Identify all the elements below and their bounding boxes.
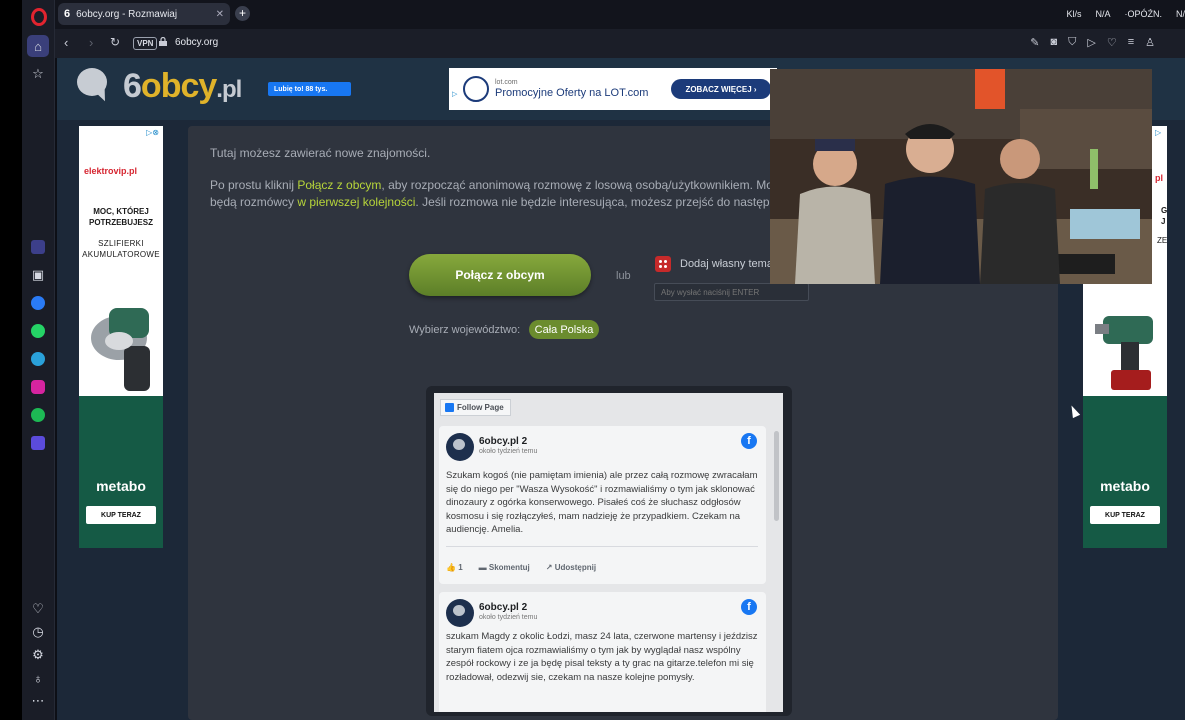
screen: ⌂ ☆ ▣ ♡ ◷ ⚙ ♁ ⋯ 6 6obcy.org - Rozmawiaj … <box>0 0 1185 720</box>
adchoices-icon[interactable]: ▷⊗ <box>146 128 159 137</box>
ad-subline: SZLIFIERKI AKUMULATOROWE <box>82 239 160 259</box>
post-text: Szukam kogoś (nie pamiętam imienia) ale … <box>446 470 758 535</box>
priority-link[interactable]: w pierwszej kolejności <box>297 195 415 209</box>
facebook-icon[interactable]: f <box>741 599 757 615</box>
logo-bubble-icon <box>77 68 107 96</box>
tray-item: N/A <box>1095 9 1111 19</box>
profile-icon[interactable]: ♙ <box>1145 36 1155 49</box>
system-tray: Kl/s N/A ·OPÓŹN. N/ <box>1066 9 1185 19</box>
new-tab-button[interactable]: + <box>235 6 250 21</box>
tab-bar: 6 6obcy.org - Rozmawiaj ✕ + Kl/s N/A ·OP… <box>55 0 1185 29</box>
ad-brand: metabo <box>96 478 146 494</box>
browser-tab[interactable]: 6 6obcy.org - Rozmawiaj ✕ <box>58 3 230 25</box>
forward-icon[interactable]: › <box>89 35 93 50</box>
browser-sidebar: ⌂ ☆ ▣ ♡ ◷ ⚙ ♁ ⋯ <box>22 0 55 720</box>
buy-now-button[interactable]: KUP TERAZ <box>86 506 156 524</box>
ad-store: elektrovip.pl <box>84 166 138 176</box>
lock-icon <box>159 37 167 46</box>
lightbulb-icon[interactable]: ♁ <box>27 667 49 689</box>
post-actions: 👍 1 ▬ Skomentuj ↗ Udostępnij <box>446 563 596 572</box>
post-time[interactable]: około tydzień temu <box>479 614 537 621</box>
left-side-ad[interactable]: ▷⊗ elektrovip.pl MOC, KTÓREJ POTRZEBUJES… <box>79 126 163 548</box>
feed-scrollbar[interactable] <box>774 423 779 703</box>
messenger-icon[interactable] <box>31 296 45 310</box>
shield-icon[interactable]: ⛉ <box>1068 36 1076 49</box>
adchoices-icon[interactable]: ▷ <box>1155 128 1161 137</box>
connect-link[interactable]: Połącz z obcym <box>297 178 381 192</box>
opera-logo-icon[interactable] <box>31 8 47 26</box>
add-topic-link[interactable]: Dodaj własny temat <box>680 258 776 270</box>
comment-action[interactable]: ▬ Skomentuj <box>479 563 530 572</box>
tray-item: ·OPÓŹN. <box>1124 9 1163 19</box>
voivodeship-select[interactable]: Cała Polska <box>529 320 599 339</box>
ad-headline: MOC, KTÓREJ POTRZEBUJESZ <box>88 207 153 227</box>
url-field[interactable]: 6obcy.org <box>175 37 218 48</box>
tab-title: 6obcy.org - Rozmawiaj <box>76 8 178 20</box>
tray-item: N/ <box>1176 9 1185 19</box>
tab-favicon-icon: 6 <box>64 8 71 20</box>
telegram-icon[interactable] <box>31 352 45 366</box>
aria-icon[interactable] <box>31 240 45 254</box>
facebook-feed[interactable]: Follow Page 6obcy.pl 2 około tydzień tem… <box>434 393 783 712</box>
like-action[interactable]: 👍 1 <box>446 563 463 572</box>
drill-icon <box>1095 316 1153 390</box>
player-icon[interactable] <box>31 436 45 450</box>
topic-input[interactable] <box>654 283 809 301</box>
voivodeship-label: Wybierz województwo: <box>409 324 521 336</box>
webcam-image <box>770 69 1152 284</box>
top-banner-ad[interactable]: ▷ lot.com Promocyjne Oferty na LOT.com Z… <box>449 68 777 110</box>
post-text: szukam Magdy z okolic Łodzi, masz 24 lat… <box>446 631 758 683</box>
tray-item: Kl/s <box>1066 9 1082 19</box>
back-icon[interactable]: ‹ <box>64 35 68 50</box>
avatar[interactable] <box>446 433 474 461</box>
whatsapp-icon[interactable] <box>31 324 45 338</box>
edit-icon[interactable]: ✎ <box>1030 36 1039 49</box>
fb-post: 6obcy.pl 2 około tydzień temu f szukam M… <box>439 592 766 712</box>
ad-cta-button[interactable]: ZOBACZ WIĘCEJ › <box>671 79 771 99</box>
vpn-badge[interactable]: VPN <box>133 37 158 50</box>
angle-grinder-icon <box>91 308 150 391</box>
close-tab-icon[interactable]: ✕ <box>216 9 224 20</box>
share-action[interactable]: ↗ Udostępnij <box>546 563 596 572</box>
site-logo[interactable]: 6obcy.pl <box>123 67 242 106</box>
history-icon[interactable]: ◷ <box>27 621 49 643</box>
facebook-icon[interactable]: f <box>741 433 757 449</box>
settings-icon[interactable]: ⚙ <box>27 644 49 666</box>
post-time[interactable]: około tydzień temu <box>479 448 537 455</box>
follow-page-button[interactable]: Follow Page <box>440 399 511 416</box>
dice-icon <box>655 256 671 272</box>
facebook-widget: Follow Page 6obcy.pl 2 około tydzień tem… <box>426 386 792 716</box>
heart-icon[interactable]: ♡ <box>1107 36 1117 49</box>
webcam-overlay <box>770 69 1152 284</box>
play-icon[interactable]: ▷ <box>1087 36 1095 49</box>
home-icon[interactable]: ⌂ <box>27 35 49 57</box>
more-icon[interactable]: ⋯ <box>27 690 49 712</box>
adchoices-icon[interactable]: ▷ <box>452 90 457 98</box>
fb-post: 6obcy.pl 2 około tydzień temu f Szukam k… <box>439 426 766 584</box>
star-icon[interactable]: ☆ <box>27 63 49 85</box>
facebook-like-button[interactable]: Lubię to! 88 tys. <box>268 82 351 96</box>
ad-domain: lot.com <box>495 79 518 86</box>
post-author[interactable]: 6obcy.pl 2 <box>479 436 527 447</box>
toolbar-tools: ✎ ◙ ⛉ ▷ ♡ ≡ ♙ <box>1030 36 1155 49</box>
address-toolbar: ‹ › ↻ VPN 6obcy.org ✎ ◙ ⛉ ▷ ♡ ≡ ♙ <box>55 29 1185 58</box>
ad-text: Promocyjne Oferty na LOT.com <box>495 87 649 99</box>
heart-icon[interactable]: ♡ <box>27 598 49 620</box>
facebook-square-icon <box>445 403 454 412</box>
instagram-icon[interactable] <box>31 380 45 394</box>
reload-icon[interactable]: ↻ <box>110 35 120 49</box>
buy-now-button[interactable]: KUP TERAZ <box>1090 506 1160 524</box>
clipboard-icon[interactable]: ▣ <box>27 264 49 286</box>
ad-brand: metabo <box>1100 478 1150 494</box>
connect-stranger-button[interactable]: Połącz z obcym <box>409 254 591 296</box>
lot-logo-icon <box>463 76 489 102</box>
post-author[interactable]: 6obcy.pl 2 <box>479 602 527 613</box>
avatar[interactable] <box>446 599 474 627</box>
intro-text: Tutaj możesz zawierać nowe znajomości. <box>210 146 431 160</box>
or-label: lub <box>616 270 631 282</box>
menu-icon[interactable]: ≡ <box>1128 36 1134 49</box>
camera-icon[interactable]: ◙ <box>1050 36 1057 49</box>
spotify-icon[interactable] <box>31 408 45 422</box>
